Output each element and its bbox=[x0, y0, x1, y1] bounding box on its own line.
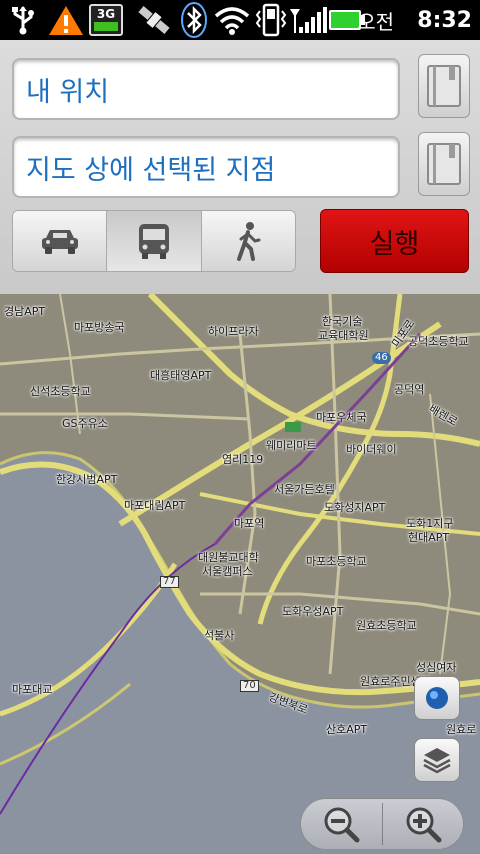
zoom-out-button[interactable] bbox=[301, 799, 382, 849]
start-contacts-button[interactable] bbox=[418, 54, 470, 118]
network-type-label: 3G bbox=[97, 7, 115, 21]
map-label: 마포초등학교 bbox=[306, 555, 367, 568]
map-label: 대흥태영APT bbox=[150, 369, 212, 382]
map-label: 석불사 bbox=[204, 629, 235, 642]
bus-icon bbox=[138, 224, 169, 259]
map-label: 대원불교대학 bbox=[198, 551, 259, 564]
map-label: 바이더웨이 bbox=[346, 443, 397, 456]
map-label: 도화우성APT bbox=[282, 605, 344, 618]
map-label: 웨미리마트 bbox=[266, 439, 317, 452]
status-bar: 3G 오전 8:32 bbox=[0, 0, 480, 40]
usb-icon bbox=[6, 0, 40, 40]
mode-transit-button[interactable] bbox=[107, 211, 202, 271]
contact-book-icon bbox=[427, 143, 461, 185]
map-label: 마포우체국 bbox=[316, 411, 367, 424]
my-location-button[interactable] bbox=[414, 676, 460, 720]
map-label: 마포역 bbox=[234, 517, 265, 530]
travel-mode-selector bbox=[12, 210, 296, 272]
my-location-icon bbox=[426, 687, 448, 709]
wifi-icon bbox=[212, 0, 252, 40]
map-label: 공덕역 bbox=[394, 383, 425, 396]
map-label: 서울캠퍼스 bbox=[202, 565, 253, 578]
road-label: 원효로 bbox=[446, 723, 477, 736]
map-label: 하이프라자 bbox=[208, 325, 259, 338]
layers-icon bbox=[423, 748, 451, 774]
map-label: 마포방송국 bbox=[74, 321, 125, 334]
3g-icon: 3G bbox=[88, 0, 124, 40]
gps-satellite-icon bbox=[132, 0, 176, 40]
map-view[interactable]: 경남APT 마포방송국 하이프라자 한국기술 교육대학원 미포로 공덕초등학교 … bbox=[0, 294, 480, 854]
map-label: 한국기술 bbox=[322, 315, 363, 328]
phone-vibrate-icon bbox=[254, 0, 288, 40]
go-button[interactable]: 실행 bbox=[320, 209, 469, 273]
route-shield: 70 bbox=[240, 680, 259, 692]
map-label: 마포대림APT bbox=[124, 499, 186, 512]
zoom-out-icon bbox=[324, 807, 360, 843]
map-label: 마포대교 bbox=[12, 683, 53, 696]
map-label: 경남APT bbox=[4, 305, 46, 318]
map-label: 원효초등학교 bbox=[356, 619, 417, 632]
map-label: 한강시범APT bbox=[56, 473, 118, 486]
map-label: 서울가든호텔 bbox=[274, 483, 335, 496]
route-shield: 77 bbox=[160, 576, 179, 588]
map-label: 염리119 bbox=[222, 453, 264, 466]
map-label: 현대APT bbox=[408, 531, 450, 544]
end-contacts-button[interactable] bbox=[418, 132, 470, 196]
walk-icon bbox=[237, 222, 261, 261]
map-label: 산호APT bbox=[326, 723, 368, 736]
bluetooth-icon bbox=[178, 0, 210, 40]
warning-icon bbox=[46, 0, 86, 40]
zoom-in-button[interactable] bbox=[383, 799, 464, 849]
directions-panel: 내 위치 지도 상에 선택된 지점 실행 bbox=[0, 40, 480, 294]
contact-book-icon bbox=[427, 65, 461, 107]
layers-button[interactable] bbox=[414, 738, 460, 782]
map-label: 공덕초등학교 bbox=[408, 335, 469, 348]
zoom-in-icon bbox=[406, 807, 442, 843]
mode-car-button[interactable] bbox=[13, 211, 108, 271]
end-location-field[interactable]: 지도 상에 선택된 지점 bbox=[12, 136, 400, 198]
route-shield: 46 bbox=[372, 352, 391, 364]
mode-walk-button[interactable] bbox=[201, 211, 295, 271]
ampm-label: 오전 bbox=[357, 9, 394, 34]
zoom-controls bbox=[300, 798, 464, 850]
map-label: 도화성지APT bbox=[324, 501, 386, 514]
start-location-field[interactable]: 내 위치 bbox=[12, 58, 400, 120]
car-icon bbox=[41, 230, 78, 254]
map-label: 교육대학원 bbox=[318, 329, 369, 342]
signal-icon bbox=[288, 0, 328, 40]
map-label: 성심여자 bbox=[416, 661, 457, 674]
map-label: 신석초등학교 bbox=[30, 385, 91, 398]
map-label: GS주유소 bbox=[62, 417, 108, 430]
clock-time: 8:32 bbox=[417, 7, 472, 33]
map-label: 도화1지구 bbox=[406, 517, 454, 530]
